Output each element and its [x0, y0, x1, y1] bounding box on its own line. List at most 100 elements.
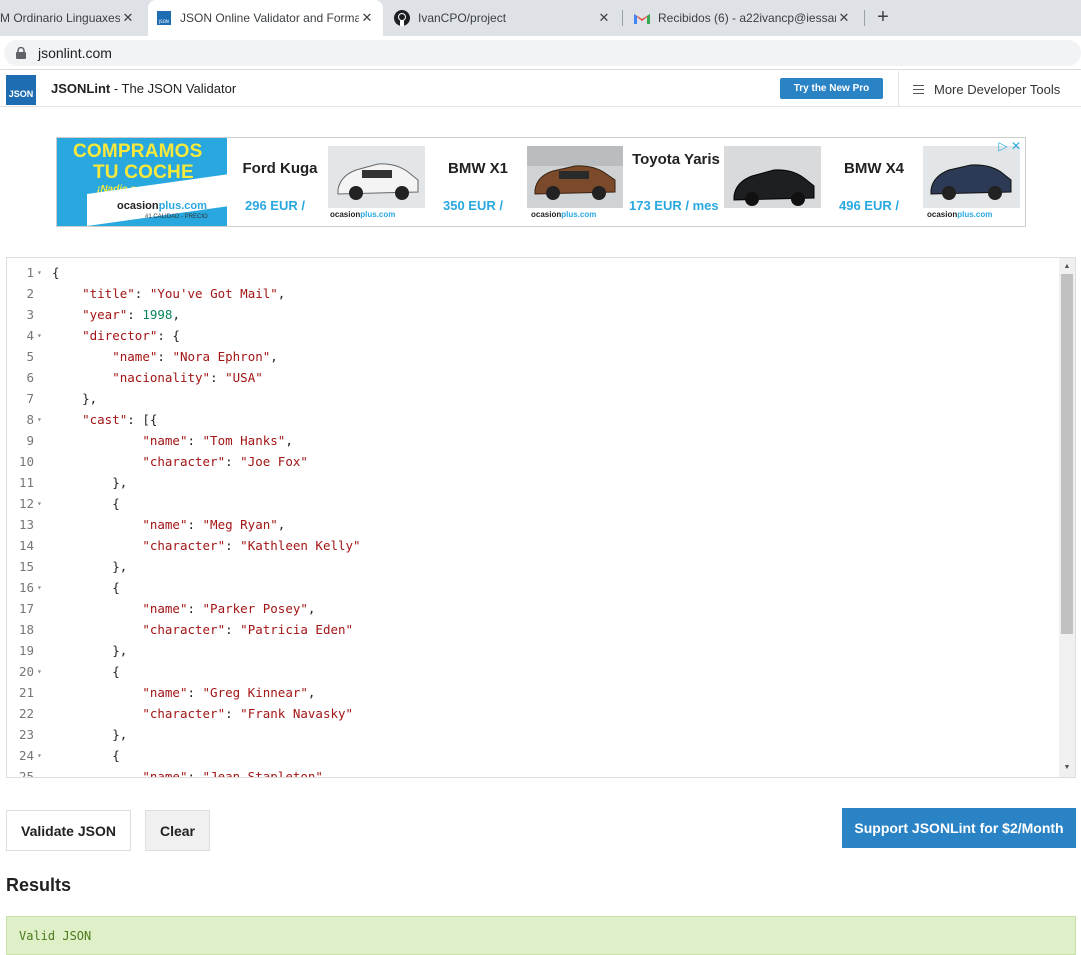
fold-arrow-icon[interactable]: ▾	[37, 745, 42, 766]
car-image[interactable]	[724, 146, 821, 208]
car-image[interactable]	[328, 146, 425, 208]
brand-title[interactable]: JSONLint - The JSON Validator	[51, 81, 236, 96]
code-line[interactable]: 19 },	[7, 640, 1075, 661]
code-line[interactable]: 2 "title": "You've Got Mail",	[7, 283, 1075, 304]
new-tab-button[interactable]: +	[873, 6, 893, 28]
browser-tab-ordinario[interactable]: M Ordinario Linguaxes ✕	[0, 0, 144, 36]
code-line[interactable]: 22 "character": "Frank Navasky"	[7, 703, 1075, 724]
try-new-pro-button[interactable]: Try the New Pro	[780, 78, 883, 99]
ad-car-name[interactable]: BMW X1	[433, 160, 523, 178]
results-heading: Results	[6, 875, 72, 895]
ad-car-price[interactable]: 296 EUR /	[245, 198, 305, 213]
line-number: 20	[18, 664, 34, 679]
more-tools-label: More Developer Tools	[934, 81, 1061, 97]
code-text: "name": "Nora Ephron",	[112, 349, 278, 364]
tab-separator	[622, 10, 623, 26]
code-line[interactable]: 3 "year": 1998,	[7, 304, 1075, 325]
code-line[interactable]: 1 ▾ {	[7, 262, 1075, 283]
line-number: 18	[18, 622, 34, 637]
close-icon[interactable]: ✕	[359, 10, 375, 26]
code-line[interactable]: 4 ▾ "director": {	[7, 325, 1075, 346]
code-line[interactable]: 6 "nacionality": "USA"	[7, 367, 1075, 388]
lock-icon[interactable]	[16, 47, 26, 59]
code-line[interactable]: 7 },	[7, 388, 1075, 409]
more-developer-tools-button[interactable]: More Developer Tools	[898, 71, 1081, 107]
tab-label: M Ordinario Linguaxes	[0, 11, 120, 25]
code-text: },	[52, 727, 128, 742]
fold-arrow-icon[interactable]: ▾	[37, 409, 42, 430]
code-text: },	[52, 559, 128, 574]
code-text: "name": "Greg Kinnear",	[142, 685, 316, 700]
code-line[interactable]: 5 "name": "Nora Ephron",	[7, 346, 1075, 367]
url-text[interactable]: jsonlint.com	[38, 45, 112, 61]
ad-site: ocasionplus.com	[117, 200, 207, 212]
code-text: {	[52, 664, 120, 679]
code-text: {	[52, 265, 60, 280]
code-line[interactable]: 13 "name": "Meg Ryan",	[7, 514, 1075, 535]
line-number: 12	[18, 496, 34, 511]
code-text: "character": "Kathleen Kelly"	[142, 538, 361, 553]
clear-button[interactable]: Clear	[145, 810, 210, 851]
tab-separator	[864, 10, 865, 26]
scrollbar-thumb[interactable]	[1061, 274, 1073, 634]
validate-json-button[interactable]: Validate JSON	[6, 810, 131, 851]
line-number: 9	[26, 433, 34, 448]
ad-car-price[interactable]: 350 EUR /	[443, 198, 503, 213]
ad-choices-icon[interactable]: ▷ ✕	[998, 139, 1021, 153]
omnibox[interactable]: jsonlint.com	[4, 40, 1081, 66]
code-line[interactable]: 21 "name": "Greg Kinnear",	[7, 682, 1075, 703]
code-line[interactable]: 24 ▾ {	[7, 745, 1075, 766]
line-number: 21	[18, 685, 34, 700]
ad-brand-panel[interactable]: COMPRAMOS TU COCHE ¡Nadie paga más! ocas…	[57, 138, 227, 226]
ad-car-name[interactable]: BMW X4	[829, 160, 919, 178]
line-number: 17	[18, 601, 34, 616]
code-text: "year": 1998,	[82, 307, 180, 322]
editor-scrollbar[interactable]: ▲ ▼	[1059, 258, 1075, 777]
close-icon[interactable]: ✕	[836, 10, 852, 26]
support-jsonlint-button[interactable]: Support JSONLint for $2/Month	[842, 808, 1076, 848]
ad-banner[interactable]: COMPRAMOS TU COCHE ¡Nadie paga más! ocas…	[56, 137, 1026, 227]
code-line[interactable]: 12 ▾ {	[7, 493, 1075, 514]
close-icon[interactable]: ✕	[120, 10, 136, 26]
code-line[interactable]: 18 "character": "Patricia Eden"	[7, 619, 1075, 640]
fold-arrow-icon[interactable]: ▾	[37, 262, 42, 283]
car-image[interactable]	[527, 146, 623, 208]
fold-arrow-icon[interactable]: ▾	[37, 493, 42, 514]
line-number: 8	[26, 412, 34, 427]
line-number: 23	[18, 727, 34, 742]
code-text: "name": "Meg Ryan",	[142, 517, 286, 532]
code-line[interactable]: 16 ▾ {	[7, 577, 1075, 598]
code-line[interactable]: 17 "name": "Parker Posey",	[7, 598, 1075, 619]
code-line[interactable]: 8 ▾ "cast": [{	[7, 409, 1075, 430]
json-editor[interactable]: 1 ▾{2 "title": "You've Got Mail", 3 "year"…	[6, 257, 1076, 778]
ad-car-price[interactable]: 496 EUR /	[839, 198, 899, 213]
fold-arrow-icon[interactable]: ▾	[37, 325, 42, 346]
code-line[interactable]: 15 },	[7, 556, 1075, 577]
car-image[interactable]	[923, 146, 1020, 208]
ad-car-name[interactable]: Toyota Yaris	[631, 151, 721, 169]
code-text: {	[52, 580, 120, 595]
browser-tab-jsonlint[interactable]: JSON JSON Online Validator and Formatter…	[148, 0, 383, 36]
ad-car-tag: ocasionplus.com	[330, 210, 396, 219]
ad-car-price[interactable]: 173 EUR / mes	[629, 198, 719, 213]
ad-headline-1: COMPRAMOS	[73, 141, 203, 162]
fold-arrow-icon[interactable]: ▾	[37, 661, 42, 682]
fold-arrow-icon[interactable]: ▾	[37, 577, 42, 598]
scroll-up-arrow-icon[interactable]: ▲	[1062, 262, 1072, 272]
code-line[interactable]: 25 "name": "Jean Stapleton",	[7, 766, 1075, 777]
svg-text:JSON: JSON	[158, 19, 169, 24]
tab-label: Recibidos (6) - a22ivancp@iessanclemente	[658, 11, 836, 25]
line-number: 3	[26, 307, 34, 322]
code-line[interactable]: 23 },	[7, 724, 1075, 745]
ad-car-name[interactable]: Ford Kuga	[235, 160, 325, 178]
close-icon[interactable]: ✕	[596, 10, 612, 26]
jsonlint-logo[interactable]: JSON	[6, 75, 36, 105]
code-line[interactable]: 14 "character": "Kathleen Kelly"	[7, 535, 1075, 556]
code-line[interactable]: 9 "name": "Tom Hanks",	[7, 430, 1075, 451]
browser-tab-github[interactable]: IvanCPO/project ✕	[386, 0, 620, 36]
code-line[interactable]: 10 "character": "Joe Fox"	[7, 451, 1075, 472]
code-line[interactable]: 11 },	[7, 472, 1075, 493]
scroll-down-arrow-icon[interactable]: ▼	[1062, 763, 1072, 773]
code-line[interactable]: 20 ▾ {	[7, 661, 1075, 682]
browser-tab-gmail[interactable]: Recibidos (6) - a22ivancp@iessanclemente…	[626, 0, 860, 36]
